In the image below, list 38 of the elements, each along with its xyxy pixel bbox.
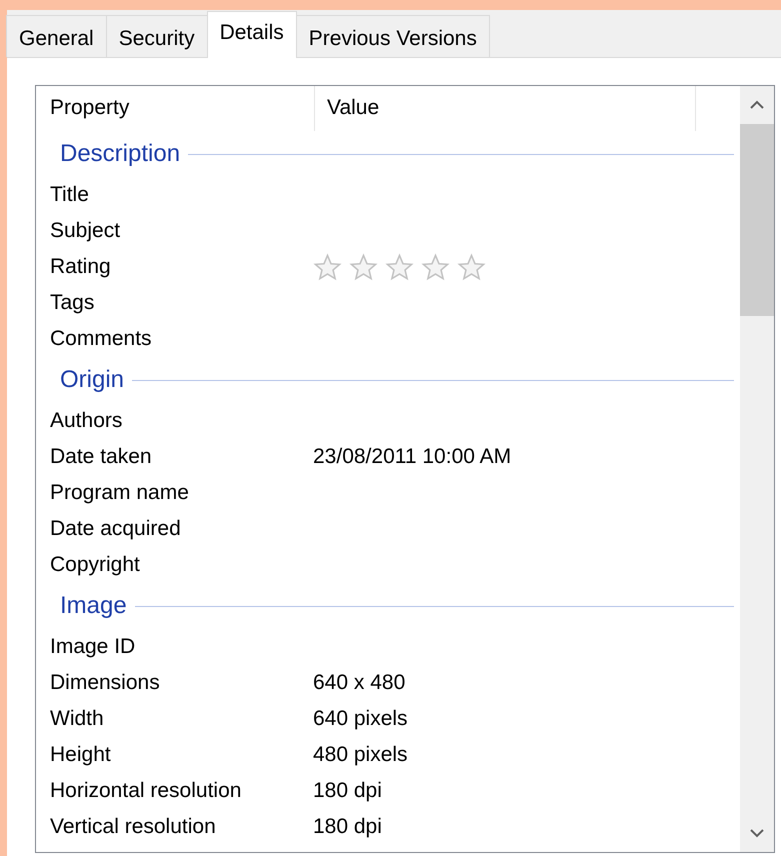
property-name: Horizontal resolution — [49, 779, 242, 803]
scrollbar[interactable] — [740, 86, 774, 852]
property-value: 23/08/2011 10:00 AM — [313, 445, 512, 469]
property-name: Width — [49, 707, 105, 731]
star-icon[interactable] — [313, 252, 342, 282]
property-name: Dimensions — [49, 671, 161, 695]
group-title: Description — [60, 140, 180, 168]
property-value: 480 pixels — [313, 743, 408, 767]
property-name: Tags — [49, 291, 96, 315]
property-name: Copyright — [49, 553, 141, 577]
property-name: Subject — [49, 219, 122, 243]
property-name: Comments — [49, 327, 153, 351]
star-icon[interactable] — [457, 252, 486, 282]
star-icon[interactable] — [385, 252, 414, 282]
property-name: Date acquired — [49, 517, 182, 541]
property-name: Vertical resolution — [49, 815, 217, 839]
property-value: 180 dpi — [313, 779, 382, 803]
scroll-up-icon[interactable] — [749, 99, 765, 111]
scroll-down-icon[interactable] — [749, 827, 765, 839]
property-name: Date taken — [49, 445, 153, 469]
star-icon[interactable] — [349, 252, 378, 282]
group-title: Origin — [60, 366, 124, 394]
rating-stars[interactable] — [313, 252, 486, 282]
tab[interactable]: General — [6, 15, 107, 57]
property-name: Height — [49, 743, 112, 767]
property-name: Title — [49, 183, 90, 207]
property-name: Program name — [49, 481, 190, 505]
scroll-thumb[interactable] — [740, 124, 774, 316]
property-value: 640 x 480 — [313, 671, 406, 695]
property-name: Authors — [49, 409, 124, 433]
tab[interactable]: Details — [206, 11, 297, 58]
tab[interactable]: Previous Versions — [296, 15, 490, 57]
property-name: Image ID — [49, 635, 136, 659]
property-name: Rating — [49, 255, 112, 279]
property-value: 180 dpi — [313, 815, 382, 839]
property-value: 640 pixels — [313, 707, 408, 731]
group-title: Image — [60, 592, 127, 620]
star-icon[interactable] — [421, 252, 450, 282]
